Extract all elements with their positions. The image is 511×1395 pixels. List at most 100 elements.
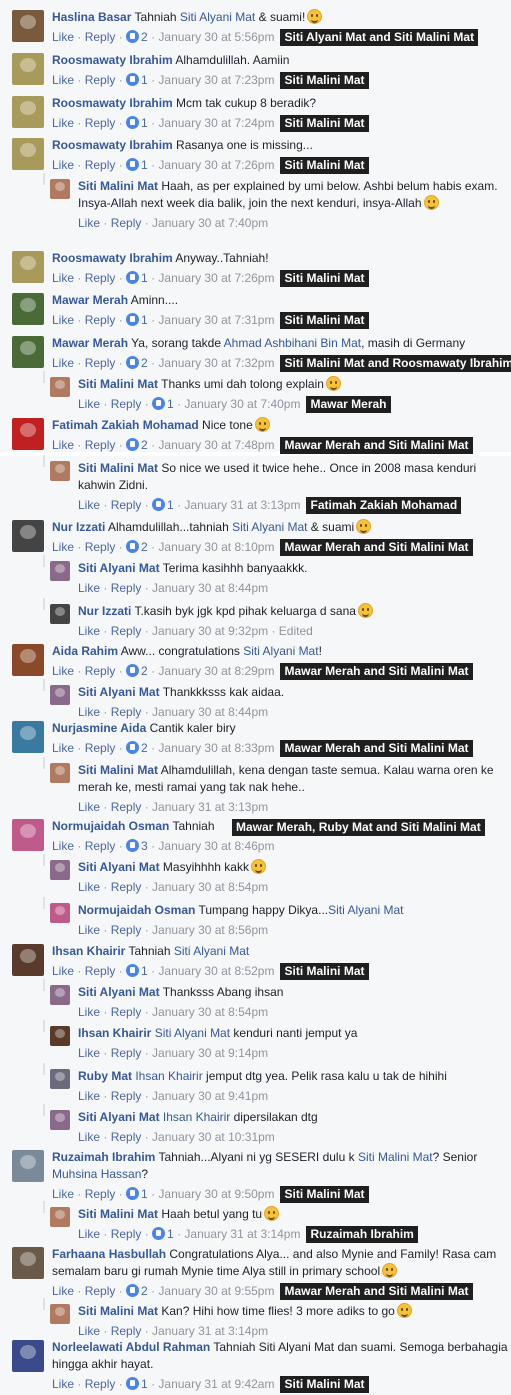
timestamp[interactable]: January 30 at 7:31pm bbox=[158, 313, 274, 327]
like-link[interactable]: Like bbox=[52, 1377, 74, 1391]
like-count[interactable]: 1 bbox=[167, 1227, 174, 1241]
like-count-icon[interactable] bbox=[126, 540, 140, 553]
timestamp[interactable]: January 31 at 3:13pm bbox=[184, 498, 300, 512]
like-count[interactable]: 1 bbox=[167, 397, 174, 411]
mention-link[interactable]: Siti Alyani Mat bbox=[155, 1026, 230, 1040]
reply-link[interactable]: Reply bbox=[111, 624, 142, 638]
like-count[interactable]: 1 bbox=[141, 116, 148, 130]
reply-link[interactable]: Reply bbox=[85, 741, 116, 755]
like-count[interactable]: 2 bbox=[141, 540, 148, 554]
avatar[interactable] bbox=[50, 1207, 70, 1227]
like-link[interactable]: Like bbox=[52, 1187, 74, 1201]
avatar[interactable] bbox=[12, 96, 44, 128]
avatar[interactable] bbox=[50, 1304, 70, 1324]
like-count-icon[interactable] bbox=[126, 664, 140, 677]
author-name[interactable]: Ihsan Khairir bbox=[52, 944, 125, 958]
like-link[interactable]: Like bbox=[52, 356, 74, 370]
like-link[interactable]: Like bbox=[78, 1324, 100, 1338]
reply-link[interactable]: Reply bbox=[85, 540, 116, 554]
avatar[interactable] bbox=[50, 985, 70, 1005]
avatar[interactable] bbox=[50, 763, 70, 783]
avatar[interactable] bbox=[12, 1247, 44, 1279]
timestamp[interactable]: January 30 at 7:48pm bbox=[158, 438, 274, 452]
reply-link[interactable]: Reply bbox=[85, 1187, 116, 1201]
reply-link[interactable]: Reply bbox=[111, 1046, 142, 1060]
author-name[interactable]: Siti Alyani Mat bbox=[78, 685, 160, 699]
avatar[interactable] bbox=[12, 53, 44, 85]
like-link[interactable]: Like bbox=[78, 216, 100, 230]
author-name[interactable]: Siti Alyani Mat bbox=[78, 561, 160, 575]
like-link[interactable]: Like bbox=[52, 540, 74, 554]
author-name[interactable]: Fatimah Zakiah Mohamad bbox=[52, 418, 199, 432]
like-link[interactable]: Like bbox=[78, 923, 100, 937]
author-name[interactable]: Norleelawati Abdul Rahman bbox=[52, 1340, 210, 1354]
like-link[interactable]: Like bbox=[52, 30, 74, 44]
reply-link[interactable]: Reply bbox=[111, 1227, 142, 1241]
like-count[interactable]: 2 bbox=[141, 30, 148, 44]
mention-link[interactable]: Siti Alyani Mat bbox=[328, 903, 403, 917]
reply-link[interactable]: Reply bbox=[111, 397, 142, 411]
reply-link[interactable]: Reply bbox=[85, 73, 116, 87]
like-count[interactable]: 1 bbox=[167, 498, 174, 512]
timestamp[interactable]: January 30 at 10:31pm bbox=[152, 1130, 275, 1144]
avatar[interactable] bbox=[12, 644, 44, 676]
like-count-icon[interactable] bbox=[126, 1377, 140, 1390]
avatar[interactable] bbox=[50, 461, 70, 481]
author-name[interactable]: Siti Malini Mat bbox=[78, 763, 158, 777]
timestamp[interactable]: January 30 at 7:26pm bbox=[158, 271, 274, 285]
author-name[interactable]: Siti Malini Mat bbox=[78, 1207, 158, 1221]
like-link[interactable]: Like bbox=[78, 1130, 100, 1144]
timestamp[interactable]: January 30 at 8:54pm bbox=[152, 880, 268, 894]
author-name[interactable]: Siti Malini Mat bbox=[78, 179, 158, 193]
timestamp[interactable]: January 30 at 8:44pm bbox=[152, 705, 268, 719]
timestamp[interactable]: January 30 at 8:54pm bbox=[152, 1005, 268, 1019]
like-count[interactable]: 2 bbox=[141, 1284, 148, 1298]
like-count-icon[interactable] bbox=[152, 397, 166, 410]
reply-link[interactable]: Reply bbox=[111, 1089, 142, 1103]
like-count[interactable]: 3 bbox=[141, 839, 148, 853]
avatar[interactable] bbox=[12, 418, 44, 450]
timestamp[interactable]: January 30 at 9:32pm bbox=[152, 624, 268, 638]
like-link[interactable]: Like bbox=[78, 1005, 100, 1019]
avatar[interactable] bbox=[50, 1026, 70, 1046]
reply-link[interactable]: Reply bbox=[111, 705, 142, 719]
like-link[interactable]: Like bbox=[78, 1046, 100, 1060]
timestamp[interactable]: January 30 at 8:52pm bbox=[158, 964, 274, 978]
reply-link[interactable]: Reply bbox=[111, 800, 142, 814]
like-count[interactable]: 1 bbox=[141, 964, 148, 978]
like-count[interactable]: 1 bbox=[141, 1377, 148, 1391]
timestamp[interactable]: January 30 at 7:40pm bbox=[184, 397, 300, 411]
like-link[interactable]: Like bbox=[52, 73, 74, 87]
timestamp[interactable]: January 31 at 3:13pm bbox=[152, 800, 268, 814]
avatar[interactable] bbox=[12, 138, 44, 170]
author-name[interactable]: Roosmawaty Ibrahim bbox=[52, 53, 173, 67]
avatar[interactable] bbox=[50, 377, 70, 397]
reply-link[interactable]: Reply bbox=[85, 313, 116, 327]
author-name[interactable]: Ruzaimah Ibrahim bbox=[52, 1150, 155, 1164]
timestamp[interactable]: January 31 at 3:14pm bbox=[152, 1324, 268, 1338]
like-count-icon[interactable] bbox=[126, 839, 140, 852]
like-link[interactable]: Like bbox=[78, 581, 100, 595]
reply-link[interactable]: Reply bbox=[85, 158, 116, 172]
like-count[interactable]: 1 bbox=[141, 313, 148, 327]
reply-link[interactable]: Reply bbox=[85, 116, 116, 130]
timestamp[interactable]: January 30 at 7:40pm bbox=[152, 216, 268, 230]
like-link[interactable]: Like bbox=[52, 664, 74, 678]
timestamp[interactable]: January 30 at 7:32pm bbox=[158, 356, 274, 370]
like-count-icon[interactable] bbox=[126, 158, 140, 171]
reply-link[interactable]: Reply bbox=[111, 581, 142, 595]
like-link[interactable]: Like bbox=[52, 741, 74, 755]
like-count[interactable]: 2 bbox=[141, 664, 148, 678]
reply-link[interactable]: Reply bbox=[85, 30, 116, 44]
timestamp[interactable]: January 30 at 9:50pm bbox=[158, 1187, 274, 1201]
timestamp[interactable]: January 30 at 9:14pm bbox=[152, 1046, 268, 1060]
mention-link[interactable]: Siti Alyani Mat bbox=[174, 944, 249, 958]
author-name[interactable]: Siti Malini Mat bbox=[78, 1304, 158, 1318]
author-name[interactable]: Siti Malini Mat bbox=[78, 377, 158, 391]
author-name[interactable]: Roosmawaty Ibrahim bbox=[52, 251, 173, 265]
author-name[interactable]: Nurjasmine Aida bbox=[52, 721, 146, 735]
avatar[interactable] bbox=[12, 819, 44, 851]
author-name[interactable]: Ruby Mat bbox=[78, 1069, 132, 1083]
mention-link[interactable]: Muhsina Hassan bbox=[52, 1167, 141, 1181]
author-name[interactable]: Normujaidah Osman bbox=[78, 903, 195, 917]
